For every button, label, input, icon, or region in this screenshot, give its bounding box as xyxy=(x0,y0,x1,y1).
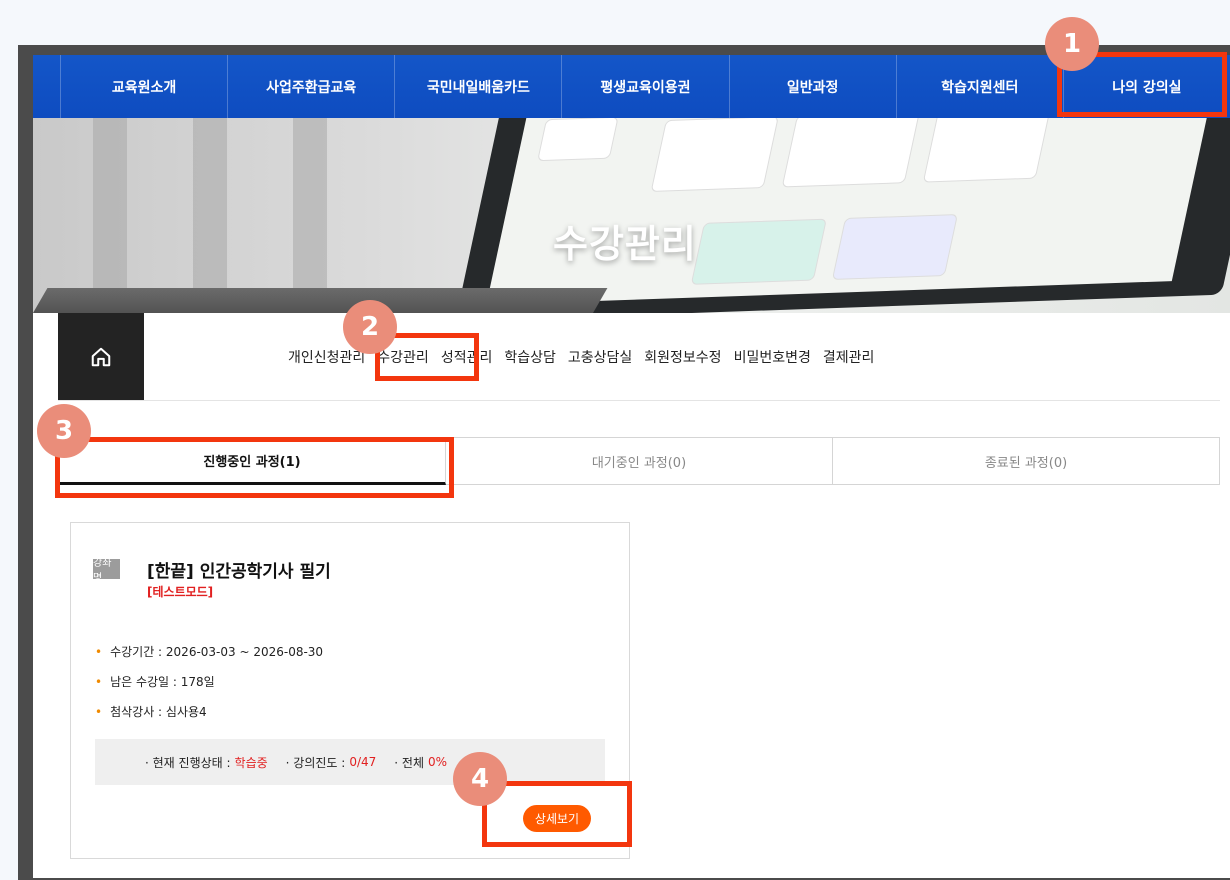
highlight-in-progress-tab xyxy=(55,437,454,498)
submenu-password-change[interactable]: 비밀번호변경 xyxy=(734,347,811,367)
submenu-member-info[interactable]: 회원정보수정 xyxy=(644,347,721,367)
home-icon xyxy=(91,347,111,366)
nav-item-learning-card[interactable]: 국민내일배움카드 xyxy=(395,55,563,118)
highlight-detail-button xyxy=(482,781,632,847)
submenu-personal-application[interactable]: 개인신청관리 xyxy=(288,347,365,367)
submenu-payment[interactable]: 결제관리 xyxy=(823,347,875,367)
annotation-number-1: 1 xyxy=(1045,17,1099,71)
submenu-study-consult[interactable]: 학습상담 xyxy=(504,347,556,367)
tab-waiting[interactable]: 대기중인 과정(0) xyxy=(446,437,833,485)
nav-item-about[interactable]: 교육원소개 xyxy=(60,55,229,118)
nav-item-employer-education[interactable]: 사업주환급교육 xyxy=(228,55,396,118)
top-nav: 교육원소개 사업주환급교육 국민내일배움카드 평생교육이용권 일반과정 학습지원… xyxy=(33,55,1230,118)
nav-item-general-course[interactable]: 일반과정 xyxy=(730,55,897,118)
home-button[interactable] xyxy=(58,313,144,400)
course-period: 수강기간 : 2026-03-03 ~ 2026-08-30 xyxy=(95,643,323,660)
course-info-list: 수강기간 : 2026-03-03 ~ 2026-08-30 남은 수강일 : … xyxy=(95,643,323,733)
course-test-mode-tag: [테스트모드] xyxy=(147,585,214,599)
annotation-number-3: 3 xyxy=(37,404,91,458)
hero-banner: 수강관리 xyxy=(33,118,1230,313)
course-name-badge: 강좌명 xyxy=(93,558,120,584)
nav-item-lifelong-voucher[interactable]: 평생교육이용권 xyxy=(562,55,730,118)
course-tutor: 첨삭강사 : 심사용4 xyxy=(95,703,323,720)
overall-value: 0% xyxy=(428,755,448,769)
course-remaining-days: 남은 수강일 : 178일 xyxy=(95,673,323,690)
submenu-grievance[interactable]: 고충상담실 xyxy=(568,347,632,367)
nav-item-learning-support[interactable]: 학습지원센터 xyxy=(897,55,1064,118)
course-status-bar: · 현재 진행상태 : 학습중 · 강의진도 : 0/47 · 전체 0% xyxy=(95,739,605,785)
banner-title: 수강관리 xyxy=(553,222,697,266)
annotation-number-2: 2 xyxy=(343,300,397,354)
progress-label: · 강의진도 : xyxy=(285,755,346,770)
course-title: [한끝] 인간공학기사 필기 xyxy=(147,562,331,582)
tab-completed[interactable]: 종료된 과정(0) xyxy=(833,437,1220,485)
progress-value: 0/47 xyxy=(349,755,377,769)
overall-label: · 전체 xyxy=(394,755,424,770)
sub-nav: 개인신청관리 수강관리 성적관리 학습상담 고충상담실 회원정보수정 비밀번호변… xyxy=(58,313,1220,401)
status-label: · 현재 진행상태 : xyxy=(145,755,231,770)
status-value: 학습중 xyxy=(234,755,268,770)
annotation-number-4: 4 xyxy=(453,752,507,806)
